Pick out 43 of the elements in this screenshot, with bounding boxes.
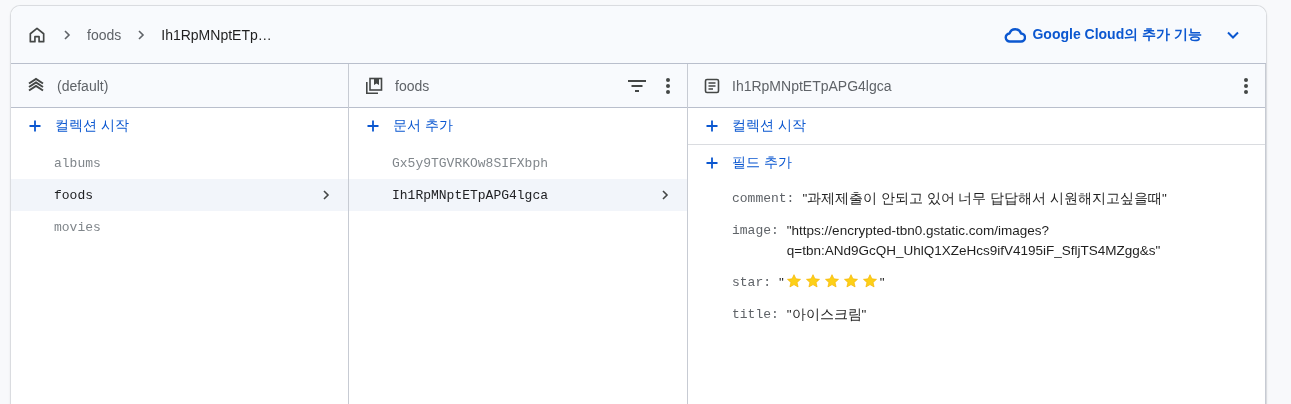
star-icon	[861, 273, 878, 289]
add-button[interactable]: 문서 추가	[367, 108, 453, 144]
add-button[interactable]: 컬렉션 시작	[706, 108, 806, 144]
add-button[interactable]: 필드 추가	[706, 145, 792, 181]
star-icon	[785, 273, 802, 289]
plus-icon	[706, 120, 718, 132]
chevron-down-icon	[1226, 29, 1240, 40]
column-title: Ih1RpMNptETpAPG4lgca	[732, 77, 893, 94]
star-icon	[823, 273, 840, 289]
field-value: "과제제출이 안되고 있어 너무 답답해서 시원해지고싶을때"	[802, 190, 1167, 208]
filter-icon[interactable]	[627, 78, 647, 93]
chevron-right-icon	[659, 189, 671, 201]
list-item[interactable]: Gx5y9TGVRKOw8SIFXbph	[349, 147, 687, 179]
add-button[interactable]: 컬렉션 시작	[29, 108, 129, 144]
field-key: title:	[732, 305, 779, 322]
field-key: star:	[732, 273, 771, 290]
star-icon	[804, 273, 821, 289]
field-key: comment:	[732, 189, 795, 206]
more-options-icon[interactable]	[1243, 76, 1249, 95]
plus-icon	[706, 157, 718, 169]
list-item[interactable]: foods	[11, 179, 348, 211]
plus-icon	[29, 120, 41, 132]
field-value: "아이스크림"	[786, 306, 867, 324]
document-icon	[704, 77, 720, 94]
list-item[interactable]: albums	[11, 147, 348, 179]
chevron-right-icon	[320, 189, 332, 201]
field-value: "https://encrypted-tbn0.gstatic.com/images? q=tbn:ANd9GcQH_UhlQ1XZeHcs9ifV4195iF_SfljTS4MZgg&s"	[786, 222, 1161, 260]
cloud-extensions-button[interactable]: Google Cloud의 추가 기능	[996, 19, 1248, 50]
column-title: (default)	[57, 77, 110, 94]
list-item[interactable]: movies	[11, 211, 348, 243]
chevron-right-icon	[61, 28, 73, 41]
more-options-icon[interactable]	[665, 76, 671, 95]
quote-mark: "	[879, 275, 885, 290]
field-key: image:	[732, 221, 779, 238]
cloud-icon	[1004, 26, 1027, 43]
breadcrumb-link[interactable]: foods	[87, 26, 122, 43]
plus-icon	[367, 120, 379, 132]
breadcrumb-link[interactable]: Ih1RpMNptETp…	[161, 26, 272, 43]
star-icon	[842, 273, 859, 289]
collection-icon	[365, 76, 383, 95]
quote-mark: "	[779, 275, 784, 290]
list-item[interactable]: Ih1RpMNptETpAPG4lgca	[349, 179, 687, 211]
column-title: foods	[395, 77, 431, 94]
